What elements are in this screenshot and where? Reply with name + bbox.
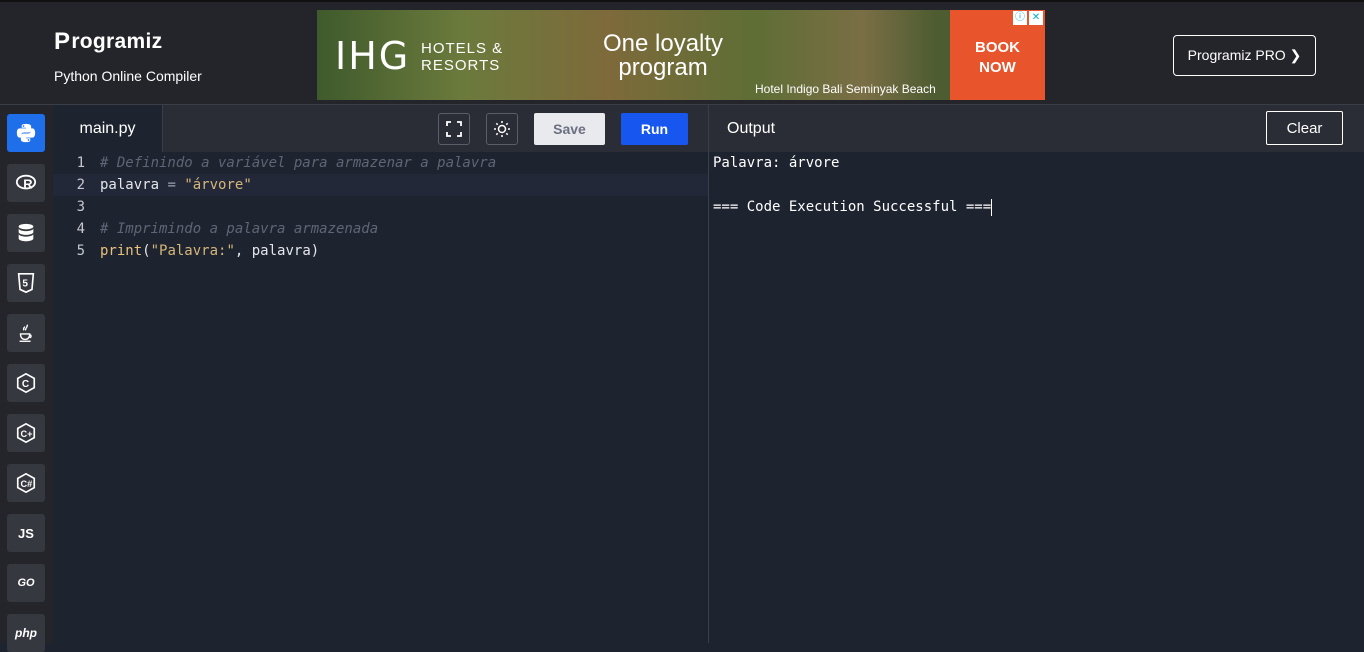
html5-icon[interactable]: 5 [7,264,45,302]
output-console[interactable]: Palavra: árvore === Code Execution Succe… [709,152,1364,643]
output-line: Palavra: árvore [713,155,840,171]
ad-choices: ⓘ ✕ [1013,11,1043,25]
code-editor[interactable]: 1 # Definindo a variável para armazenar … [53,152,708,643]
c-icon[interactable]: C [7,364,45,402]
ad-info-icon[interactable]: ⓘ [1013,11,1027,25]
save-button[interactable]: Save [534,113,605,145]
code-text[interactable]: # Definindo a variável para armazenar a … [100,152,496,174]
java-icon[interactable] [7,314,45,352]
code-line: 3 [53,196,708,218]
code-line: 5 print("Palavra:", palavra) [53,240,708,262]
line-number: 5 [76,243,85,259]
code-rest: , palavra) [234,243,320,259]
editor-toolbar: main.py Save Run [53,104,708,153]
svg-text:C#: C# [21,479,33,489]
programiz-logo[interactable]: Programiz [54,28,202,56]
logo-initial: P [54,28,71,55]
ad-cta-line2: NOW [979,59,1016,76]
python-icon[interactable] [7,114,45,152]
logo-text: rogramiz [71,30,163,53]
clear-button[interactable]: Clear [1266,111,1343,145]
svg-text:C+: C+ [21,429,33,439]
code-function: print [100,243,143,259]
code-string: "árvore" [184,177,252,193]
code-text[interactable]: # Imprimindo a palavra armazenada [100,218,378,240]
ad-headline-line2: program [618,54,708,81]
js-icon[interactable]: JS [7,514,45,552]
ad-headline: One loyalty program [603,32,723,80]
svg-text:5: 5 [22,279,28,290]
csharp-icon[interactable]: C# [7,464,45,502]
ad-cta-line1: BOOK [975,39,1020,56]
ad-brand-line1: HOTELS & [421,40,504,57]
advertisement-banner[interactable]: IHG HOTELS & RESORTS One loyalty program… [317,10,1045,100]
output-toolbar: Output Clear [709,104,1364,152]
code-operator: = [159,177,185,193]
output-title: Output [727,120,776,137]
programiz-pro-button[interactable]: Programiz PRO ❯ [1173,35,1316,76]
output-status-text: === Code Execution Successful === [713,199,992,215]
ad-brand-line2: RESORTS [421,57,501,74]
line-number: 2 [76,177,85,193]
svg-text:R: R [23,177,32,192]
code-line: 4 # Imprimindo a palavra armazenada [53,218,708,240]
theme-toggle-icon[interactable] [486,113,518,145]
code-comment: # Imprimindo a palavra armazenada [100,221,379,237]
ad-close-icon[interactable]: ✕ [1029,11,1043,25]
cpp-icon[interactable]: C+ [7,414,45,452]
ad-headline-line1: One loyalty [603,30,724,57]
fullscreen-icon[interactable] [438,113,470,145]
r-icon[interactable]: R [7,164,45,202]
code-line: 1 # Definindo a variável para armazenar … [53,152,708,174]
ad-brand: IHG [335,34,411,78]
line-number: 1 [76,155,85,171]
code-text[interactable]: print("Palavra:", palavra) [100,240,319,262]
go-icon[interactable]: GO [7,564,45,602]
ad-hotel-name: Hotel Indigo Bali Seminyak Beach [755,82,936,96]
text-cursor [991,198,993,216]
svg-text:C: C [22,379,29,390]
code-variable: palavra [100,177,160,193]
tab-main-py[interactable]: main.py [53,105,163,153]
code-paren: ( [142,243,151,259]
database-icon[interactable] [7,214,45,252]
code-line-active: 2 palavra = "árvore" [53,174,708,196]
output-line-status: === Code Execution Successful === [713,196,993,218]
code-string: "Palavra:" [150,243,235,259]
run-button[interactable]: Run [621,113,688,145]
top-bar: Programiz Python Online Compiler IHG HOT… [0,0,1364,104]
code-text[interactable]: palavra = "árvore" [100,174,252,196]
php-icon[interactable]: php [7,614,45,652]
line-number: 3 [76,199,85,215]
brand[interactable]: Programiz Python Online Compiler [54,28,202,84]
code-comment: # Definindo a variável para armazenar a … [100,155,497,171]
compiler-subtitle: Python Online Compiler [54,68,202,84]
line-number: 4 [76,221,85,237]
language-sidebar: R 5 C C+ C# JS GO php [0,104,53,652]
ad-brand-lines: HOTELS & RESORTS [421,40,503,74]
